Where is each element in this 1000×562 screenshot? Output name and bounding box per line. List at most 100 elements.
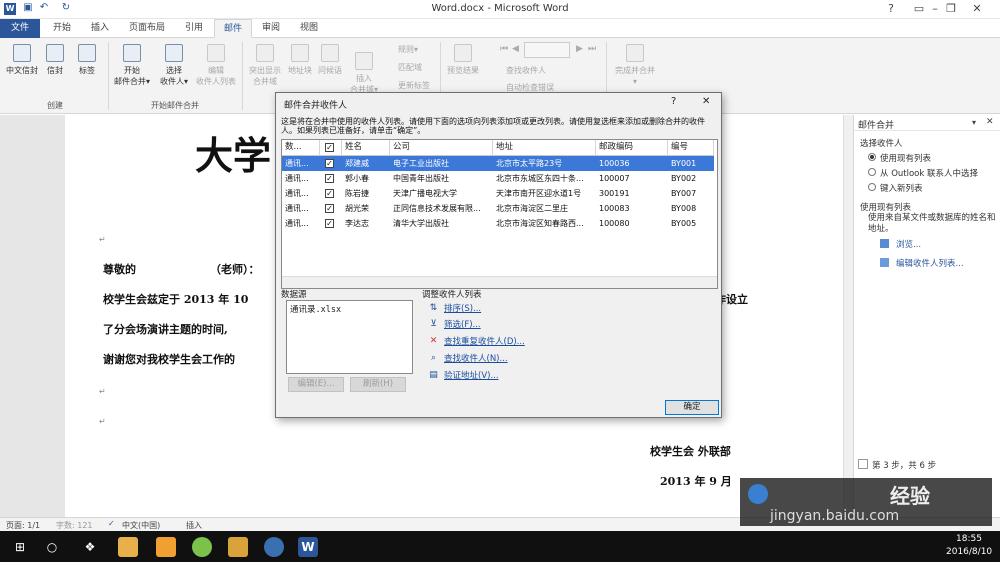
finish-merge-button[interactable]: 完成并合并 ▾ [608,40,662,100]
tab-review[interactable]: 审阅 [254,19,288,38]
task-view-icon[interactable]: ❖ [80,537,100,557]
minimize-button[interactable]: – [928,2,942,16]
ok-button[interactable]: 确定 [665,400,719,415]
radio-existing-list[interactable] [868,153,876,161]
proofing-icon[interactable]: ✓ [108,519,115,528]
ribbon-display-icon[interactable]: ▭ [912,2,926,16]
windows-start-icon[interactable]: ⊞ [10,537,30,557]
dialog-help-button[interactable]: ? [671,96,676,107]
datasource-label: 数据源 [281,290,307,300]
refresh-button[interactable]: 刷新(H) [350,377,406,392]
pane-close-icon[interactable]: ✕ [986,117,994,127]
group-label-create: 创建 [47,101,63,110]
document-heading: 大学 [195,133,272,178]
col-header-company[interactable]: 公司 [390,140,493,156]
radio-new-list[interactable] [868,183,876,191]
dialog-close-button[interactable]: ✕ [702,96,710,107]
radio-outlook-contacts[interactable] [868,168,876,176]
filter-link[interactable]: 筛选(F)... [444,318,481,330]
tab-view[interactable]: 视图 [292,19,326,38]
find-recipient-link[interactable]: 查找收件人(N)... [444,352,508,364]
last-record-icon[interactable]: ⏭ [588,44,596,54]
tab-mailings[interactable]: 邮件 [214,19,252,38]
insert-mode[interactable]: 插入 [186,520,202,531]
edit-recipient-list-button[interactable]: 编辑 收件人列表 [194,40,238,100]
browser-icon[interactable] [192,537,212,557]
update-labels-button[interactable]: 更新标签 [398,80,430,92]
next-record-icon[interactable]: ▶ [576,44,583,54]
address-block-button[interactable]: 地址块 [284,40,316,100]
col-header-check[interactable]: ✓ [320,140,342,156]
col-header-zip[interactable]: 邮政编码 [596,140,668,156]
match-fields-button[interactable]: 匹配域 [398,62,422,74]
file-explorer-icon[interactable] [118,537,138,557]
pane-menu-icon[interactable]: ▾ [972,118,976,127]
edit-source-button[interactable]: 编辑(E)... [288,377,344,392]
chinese-envelope-button[interactable]: 中文信封 [2,40,42,100]
rules-button[interactable]: 规则▾ [398,44,418,56]
sort-link[interactable]: 排序(S)... [444,302,481,314]
table-row[interactable]: 通讯... ✓ 李达志 清华大学出版社 北京市海淀区知春路西... 100080… [282,216,717,231]
globe-icon[interactable] [264,537,284,557]
word-count[interactable]: 字数: 121 [56,520,93,531]
tab-insert[interactable]: 插入 [82,19,118,38]
first-record-icon[interactable]: ⏮ [500,44,508,54]
row-checkbox[interactable]: ✓ [325,189,334,198]
find-recipient-button[interactable]: 查找收件人 [506,65,546,77]
row-checkbox[interactable]: ✓ [325,204,334,213]
word-taskbar-icon[interactable]: W [298,537,318,557]
row-checkbox[interactable]: ✓ [325,159,334,168]
col-header-code[interactable]: 编号 [668,140,714,156]
select-recipients-button[interactable]: 选择 收件人▾ [152,40,196,100]
cell-source: 通讯... [285,174,309,183]
labels-button[interactable]: 标签 [70,40,104,100]
signature: 校学生会 外联部 [650,445,731,458]
col-header-source[interactable]: 数... [282,140,320,156]
tab-references[interactable]: 引用 [176,19,212,38]
button-label: 突出显示 [249,66,281,75]
close-button[interactable]: ✕ [970,2,984,16]
horizontal-scrollbar[interactable] [282,276,717,288]
clock-date[interactable]: 2016/8/10 [946,547,992,557]
tab-file[interactable]: 文件 [0,19,40,38]
language[interactable]: 中文(中国) [122,520,160,531]
find-duplicates-link[interactable]: 查找重复收件人(D)... [444,335,525,347]
tab-layout[interactable]: 页面布局 [122,19,172,38]
validate-address-link[interactable]: 验证地址(V)... [444,369,499,381]
table-row[interactable]: 通讯... ✓ 郑建威 电子工业出版社 北京市太平路23号 100036 BY0… [282,156,717,171]
table-row[interactable]: 通讯... ✓ 郭小春 中国青年出版社 北京市东城区东四十条... 100007… [282,171,717,186]
datasource-item[interactable]: 通讯录.xlsx [290,303,341,315]
datasource-list[interactable]: 通讯录.xlsx [286,300,413,374]
page-count[interactable]: 页面: 1/1 [6,520,40,531]
greeting-line-button[interactable]: 问候语 [314,40,346,100]
browse-link[interactable]: 浏览... [896,238,921,250]
preview-results-button[interactable]: 预览结果 [442,40,484,100]
checkbox-all[interactable]: ✓ [325,143,334,152]
clock-time[interactable]: 18:55 [956,534,982,544]
store-icon[interactable] [156,537,176,557]
row-checkbox[interactable]: ✓ [325,219,334,228]
help-icon[interactable]: ? [884,2,898,16]
app-icon[interactable] [228,537,248,557]
table-row[interactable]: 通讯... ✓ 陈岩捷 天津广播电视大学 天津市南开区迎水道1号 300191 … [282,186,717,201]
option-outlook-contacts[interactable]: 从 Outlook 联系人中选择 [880,167,978,179]
prev-record-icon[interactable]: ◀ [512,44,519,54]
option-existing-list[interactable]: 使用现有列表 [880,152,931,164]
record-number-input[interactable] [524,42,570,58]
highlight-merge-fields-button[interactable]: 突出显示 合并域 [244,40,286,100]
col-header-address[interactable]: 地址 [493,140,596,156]
table-row[interactable]: 通讯... ✓ 胡光荣 正同信息技术发展有限... 北京市海淀区二里庄 1000… [282,201,717,216]
start-mail-merge-button[interactable]: 开始 邮件合并▾ [110,40,154,100]
cell-zip: 100036 [596,156,668,171]
dialog-title: 邮件合并收件人 [284,101,348,111]
cell-name: 陈岩捷 [345,189,369,198]
edit-recipient-list-link[interactable]: 编辑收件人列表... [896,257,964,269]
restore-button[interactable]: ❐ [944,2,958,16]
row-checkbox[interactable]: ✓ [325,174,334,183]
col-header-name[interactable]: 姓名 [342,140,390,156]
tab-home[interactable]: 开始 [44,19,80,38]
envelope-button[interactable]: 信封 [38,40,72,100]
option-new-list[interactable]: 键入新列表 [880,182,923,194]
search-icon[interactable]: ○ [42,537,62,557]
vertical-scrollbar[interactable] [843,115,853,517]
